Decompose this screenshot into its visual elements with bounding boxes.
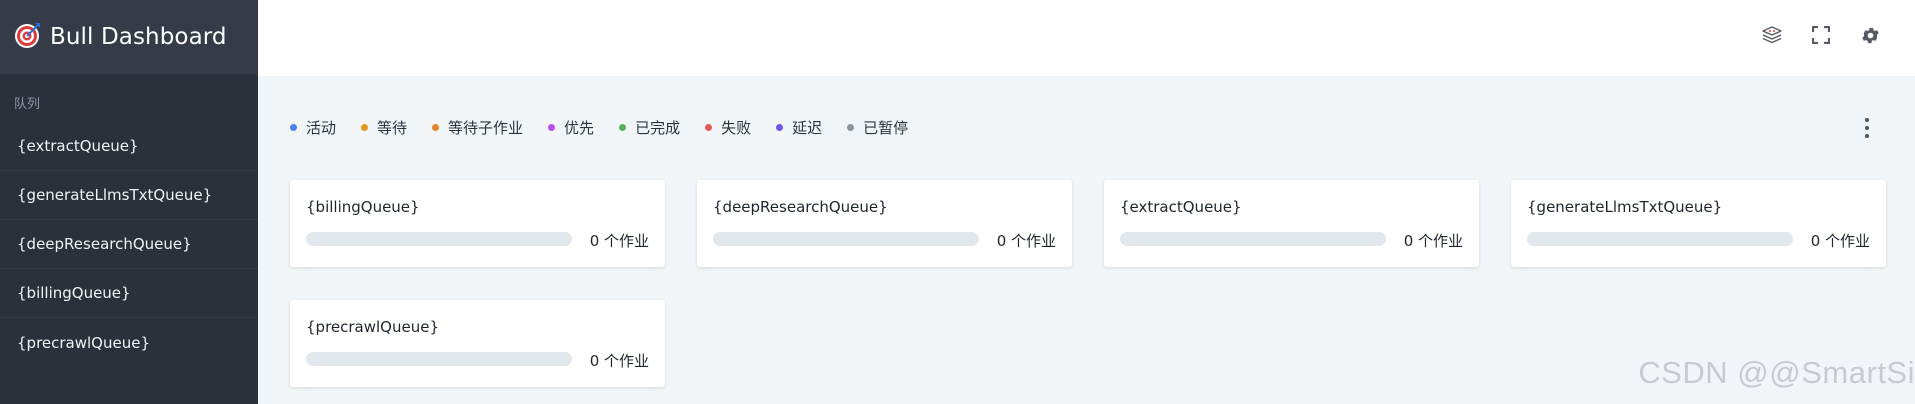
status-dot: [619, 124, 627, 131]
fullscreen-icon[interactable]: [1810, 24, 1832, 46]
queue-card-title: {deepResearchQueue}: [713, 198, 888, 216]
sidebar: Bull Dashboard 队列 {extractQueue} {genera…: [0, 0, 258, 404]
queue-progress-bar: [306, 352, 572, 366]
sidebar-item-extract-queue[interactable]: {extractQueue}: [0, 122, 258, 171]
status-label: 已完成: [635, 119, 681, 137]
queues-section-label: 队列: [14, 97, 41, 112]
queue-job-count: 0 个作业: [589, 232, 649, 250]
status-label: 延迟: [792, 119, 823, 137]
status-active[interactable]: 活动: [290, 117, 336, 138]
watermark-text: CSDN @@SmartSi: [1638, 355, 1915, 390]
queue-card-title: {precrawlQueue}: [306, 318, 439, 336]
bull-logo-icon: [15, 23, 40, 48]
status-label: 已暂停: [863, 119, 909, 137]
queue-job-count: 0 个作业: [996, 232, 1056, 250]
status-label: 优先: [564, 119, 595, 137]
sidebar-item-precrawl-queue[interactable]: {precrawlQueue}: [0, 318, 258, 367]
sidebar-item-billing-queue[interactable]: {billingQueue}: [0, 269, 258, 318]
queue-card-title: {billingQueue}: [306, 198, 420, 216]
status-label: 等待子作业: [448, 119, 524, 137]
brand-header[interactable]: Bull Dashboard: [0, 0, 258, 74]
queue-job-count: 0 个作业: [1810, 232, 1870, 250]
sidebar-item-deep-research-queue[interactable]: {deepResearchQueue}: [0, 220, 258, 269]
queue-progress-bar: [306, 232, 572, 246]
status-dot: [361, 124, 369, 131]
queue-job-count: 0 个作业: [589, 352, 649, 370]
queue-card-billing[interactable]: {billingQueue} 0 个作业: [290, 180, 665, 267]
status-dot: [290, 124, 297, 131]
sidebar-item-generate-llms-txt-queue[interactable]: {generateLlmsTxtQueue}: [0, 171, 258, 220]
settings-gear-icon[interactable]: [1859, 24, 1881, 46]
queue-progress-bar: [1527, 232, 1793, 246]
status-completed[interactable]: 已完成: [619, 117, 680, 138]
status-label: 等待: [377, 119, 408, 137]
more-options-icon[interactable]: [1863, 118, 1871, 138]
header-actions: [1761, 24, 1881, 46]
top-header: [258, 0, 1915, 76]
queue-progress-bar: [713, 232, 979, 246]
status-dot: [432, 124, 440, 131]
queue-card-title: {generateLlmsTxtQueue}: [1527, 198, 1723, 216]
queue-job-count: 0 个作业: [1403, 232, 1463, 250]
status-prioritized[interactable]: 优先: [548, 117, 594, 138]
status-dot: [705, 124, 713, 131]
status-waiting[interactable]: 等待: [361, 117, 407, 138]
status-label: 失败: [721, 119, 752, 137]
status-dot: [776, 124, 784, 131]
app-title: Bull Dashboard: [50, 24, 227, 50]
queue-card-deep-research[interactable]: {deepResearchQueue} 0 个作业: [697, 180, 1072, 267]
status-dot: [548, 124, 556, 131]
status-failed[interactable]: 失败: [705, 117, 751, 138]
redis-stack-icon[interactable]: [1761, 24, 1783, 46]
status-label: 活动: [306, 119, 337, 137]
queue-progress-bar: [1120, 232, 1386, 246]
queue-card-precrawl[interactable]: {precrawlQueue} 0 个作业: [290, 300, 665, 387]
status-waiting-children[interactable]: 等待子作业: [432, 117, 523, 138]
queue-card-generate-llms-txt[interactable]: {generateLlmsTxtQueue} 0 个作业: [1511, 180, 1886, 267]
queue-card-title: {extractQueue}: [1120, 198, 1242, 216]
status-filter-bar: 活动 等待 等待子作业 优先 已完成 失败 延迟 已暂停: [290, 117, 933, 138]
status-delayed[interactable]: 延迟: [776, 117, 822, 138]
status-dot: [847, 124, 855, 131]
queue-card-extract[interactable]: {extractQueue} 0 个作业: [1104, 180, 1479, 267]
status-paused[interactable]: 已暂停: [847, 117, 908, 138]
queue-list: {extractQueue} {generateLlmsTxtQueue} {d…: [0, 122, 258, 367]
